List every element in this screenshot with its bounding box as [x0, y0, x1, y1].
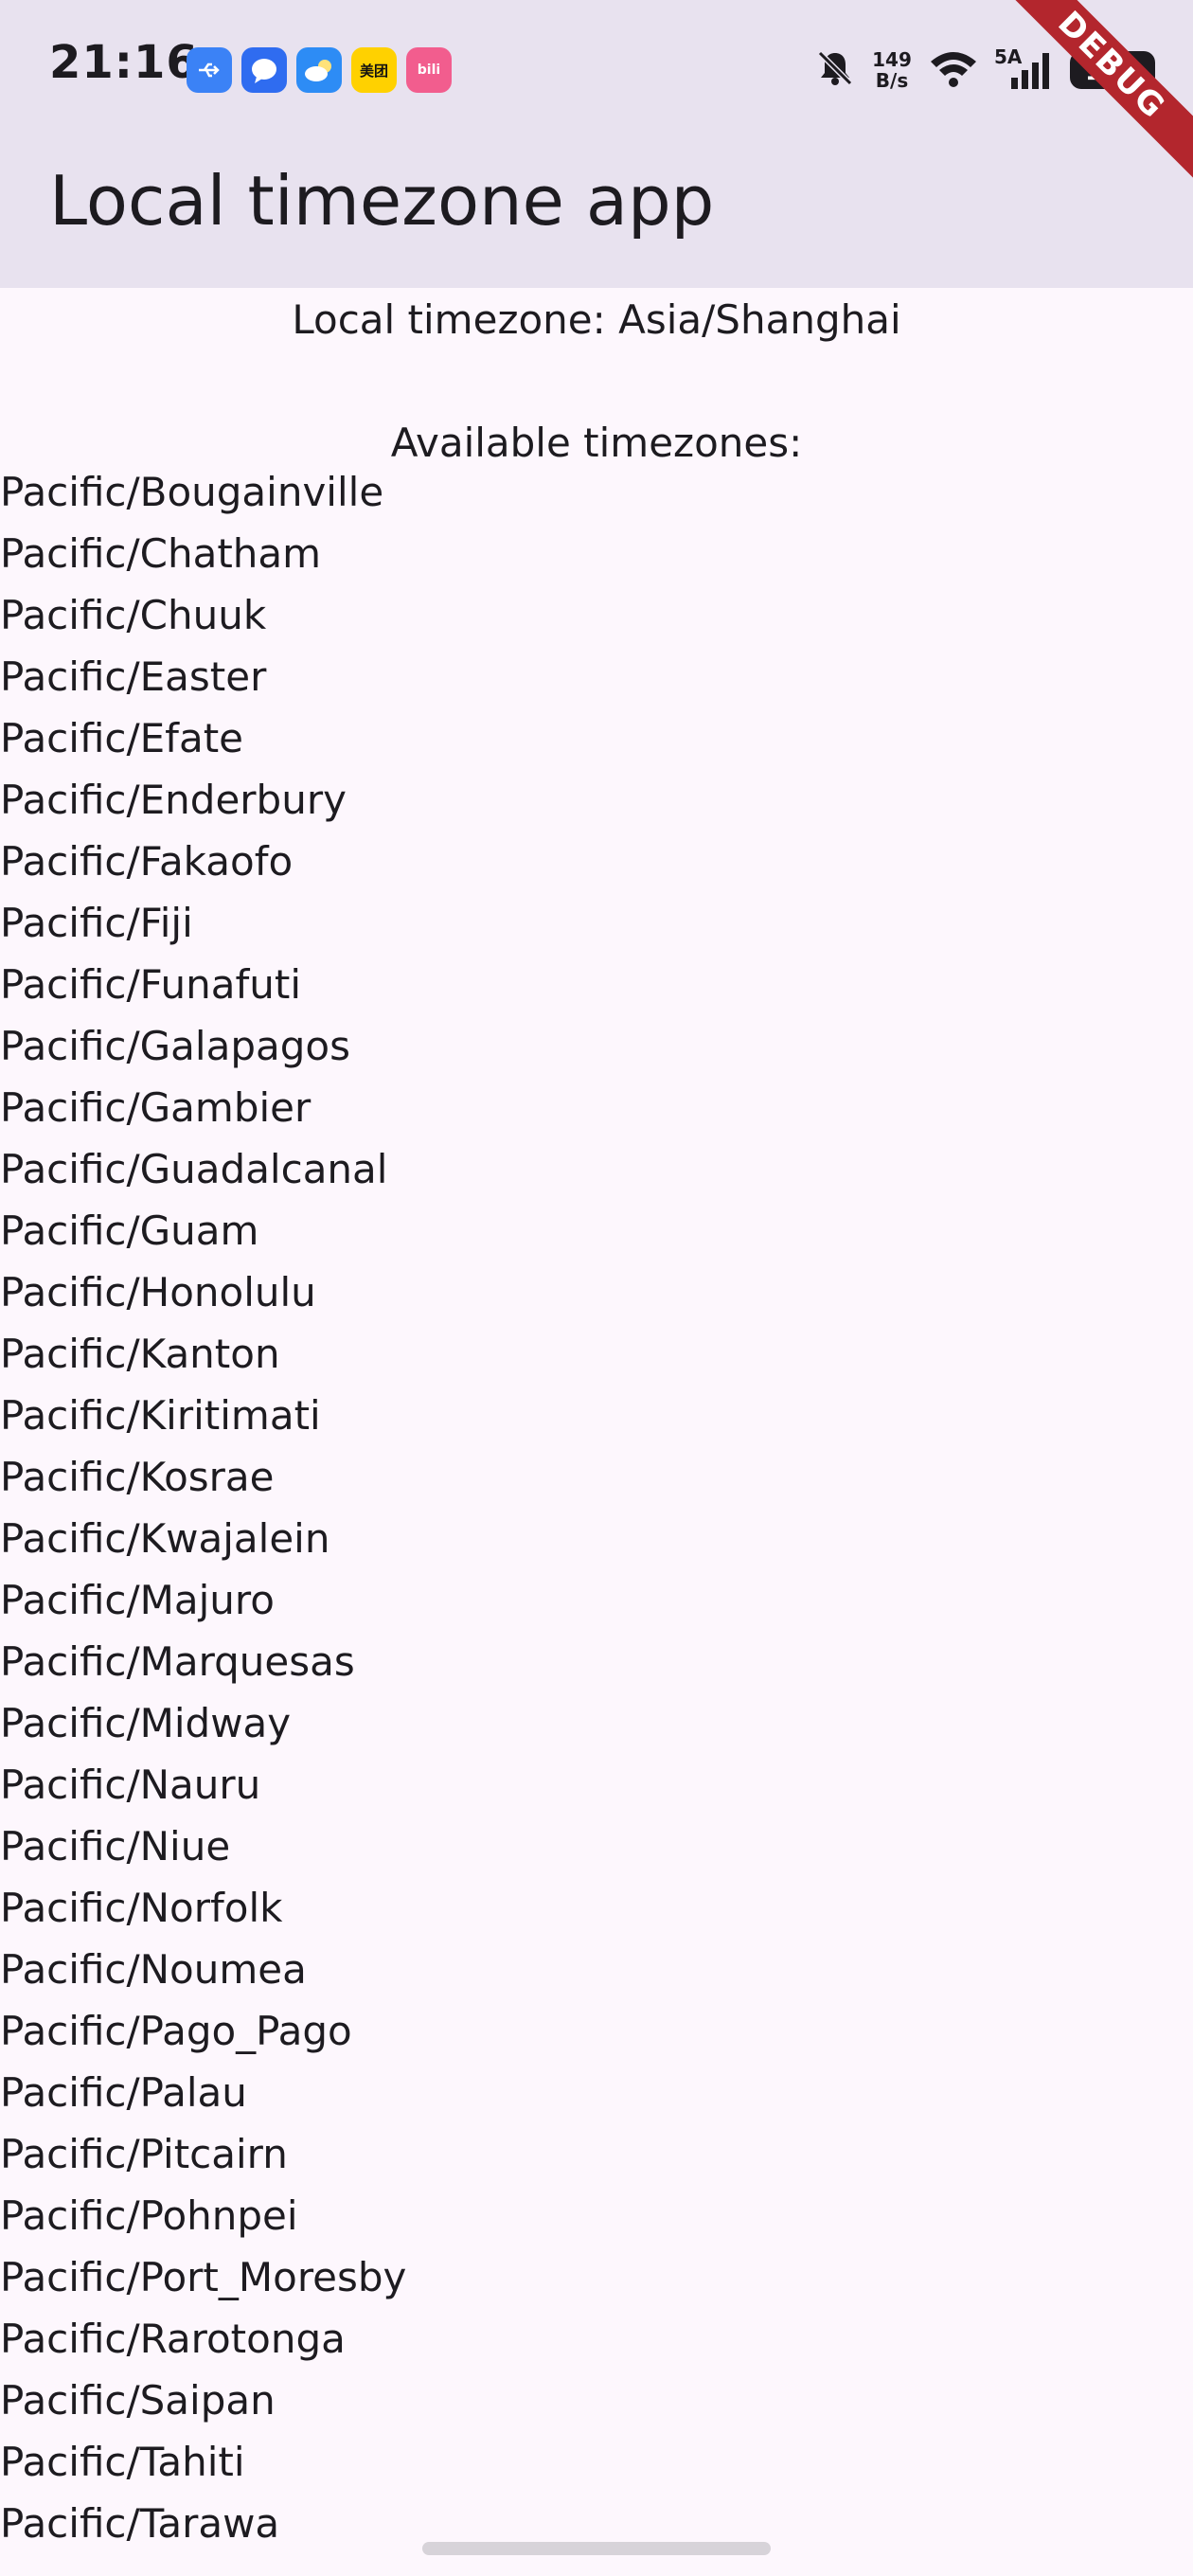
list-item: Pacific/Kiritimati	[0, 1392, 321, 1439]
list-item: Pacific/Palau	[0, 2069, 247, 2116]
network-speed: 149 B/s	[871, 49, 913, 91]
list-item: Pacific/Midway	[0, 1700, 292, 1746]
list-item: Pacific/Efate	[0, 715, 244, 761]
list-item: Pacific/Tahiti	[0, 2439, 245, 2485]
app-bar: 21:16 美团 bili 149 B/s 5A Local timezone …	[0, 0, 1193, 288]
list-item: Pacific/Chuuk	[0, 592, 267, 638]
timezone-list[interactable]: Pacific/Bougainville Pacific/Chatham Pac…	[0, 466, 406, 2559]
notification-icons: 美团 bili	[187, 47, 452, 93]
meituan-icon: 美团	[351, 47, 397, 93]
local-timezone-text: Local timezone: Asia/Shanghai	[292, 296, 901, 343]
list-item: Pacific/Fiji	[0, 900, 193, 946]
network-speed-value: 149	[872, 48, 912, 71]
mute-icon	[814, 47, 856, 93]
list-item: Pacific/Funafuti	[0, 961, 302, 1008]
list-item: Pacific/Galapagos	[0, 1023, 350, 1069]
list-item: Pacific/Honolulu	[0, 1269, 316, 1315]
list-item: Pacific/Kwajalein	[0, 1515, 330, 1562]
wifi-icon	[928, 47, 979, 93]
list-item: Pacific/Saipan	[0, 2377, 276, 2424]
list-item: Pacific/Rarotonga	[0, 2316, 346, 2362]
list-item: Pacific/Noumea	[0, 1946, 307, 1993]
list-item: Pacific/Tarawa	[0, 2500, 280, 2547]
list-item: Pacific/Bougainville	[0, 469, 384, 515]
bilibili-label: bili	[417, 63, 441, 78]
list-item: Pacific/Enderbury	[0, 777, 347, 823]
list-item: Pacific/Nauru	[0, 1762, 261, 1808]
home-indicator[interactable]	[422, 2542, 771, 2555]
cellular-signal: 5A	[994, 45, 1055, 91]
list-item: Pacific/Port_Moresby	[0, 2254, 407, 2300]
weather-icon	[296, 47, 342, 93]
status-time: 21:16	[49, 36, 199, 89]
list-item: Pacific/Gambier	[0, 1084, 312, 1131]
list-item: Pacific/Marquesas	[0, 1638, 355, 1685]
meituan-label: 美团	[359, 62, 388, 80]
list-item: Pacific/Kosrae	[0, 1454, 275, 1500]
network-type: 5A	[994, 45, 1023, 68]
page-title: Local timezone app	[49, 161, 715, 241]
available-timezones-heading: Available timezones:	[390, 420, 803, 466]
list-item: Pacific/Guam	[0, 1208, 259, 1254]
bilibili-icon: bili	[406, 47, 452, 93]
list-item: Pacific/Norfolk	[0, 1885, 283, 1931]
list-item: Pacific/Guadalcanal	[0, 1146, 388, 1192]
list-item: Pacific/Chatham	[0, 530, 322, 577]
list-item: Pacific/Pago_Pago	[0, 2008, 352, 2054]
list-item: Pacific/Majuro	[0, 1577, 275, 1623]
network-speed-unit: B/s	[875, 69, 909, 92]
list-item: Pacific/Niue	[0, 1823, 231, 1869]
usb-icon	[187, 47, 232, 93]
messages-icon	[241, 47, 287, 93]
list-item: Pacific/Fakaofo	[0, 838, 294, 885]
list-item: Pacific/Pitcairn	[0, 2131, 288, 2177]
list-item: Pacific/Easter	[0, 653, 267, 700]
list-item: Pacific/Pohnpei	[0, 2192, 298, 2239]
list-item: Pacific/Kanton	[0, 1331, 280, 1377]
